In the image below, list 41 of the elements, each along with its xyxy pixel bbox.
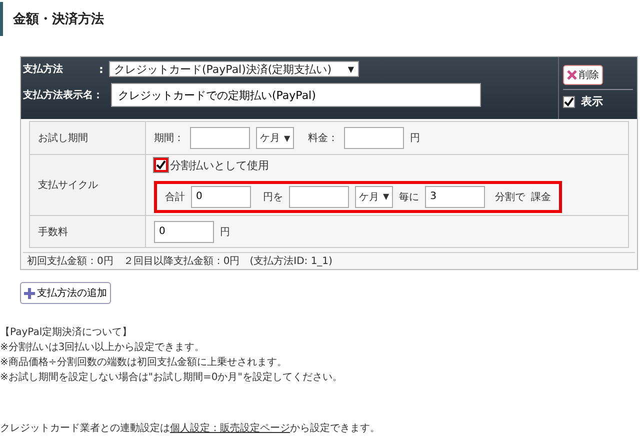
settings-link[interactable]: 個人設定：販売設定ページ [170, 423, 290, 434]
field-label: 毎に [399, 190, 420, 204]
close-icon [567, 70, 577, 80]
display-name-field[interactable]: クレジットカードでの定期払い(PayPal) [111, 83, 481, 107]
input-field[interactable]: 0 [191, 186, 251, 208]
input-field[interactable]: 3 [425, 186, 486, 208]
field-label: 課金 [531, 190, 552, 204]
checkbox[interactable] [154, 158, 168, 172]
footer-text: クレジットカード業者との連動設定は個人設定：販売設定ページから設定できます。 [0, 422, 381, 435]
input-field[interactable] [289, 186, 349, 208]
plus-icon [24, 288, 35, 298]
unit-select[interactable]: ケ月 ▼ [355, 186, 394, 208]
unit-label: 円 [220, 226, 230, 238]
field-label: 支払方法表示名： [23, 88, 103, 102]
colon: : [99, 62, 104, 76]
row-label: 手数料 [30, 216, 146, 247]
field-label: 支払方法 [23, 62, 64, 76]
input-field[interactable] [344, 127, 404, 149]
note-text: ※商品価格÷分割回数の端数は初回支払金額に上乗せされます。 [0, 356, 288, 370]
payment-method-select[interactable]: クレジットカード(PayPal)決済(定期支払い) ▼ [109, 61, 359, 77]
unit-label: 円 [410, 132, 420, 145]
unit-select[interactable]: ケ月 ▼ [256, 127, 294, 149]
row-label: お試し期間 [30, 122, 146, 154]
field-label: 期間： [154, 132, 184, 145]
note-text: 【PayPal定期決済について】 [0, 326, 134, 340]
summary-text: 初回支払金額：0円 ２回目以降支払金額：0円 (支払方法ID: 1_1) [23, 252, 635, 269]
checkbox-label: 表示 [581, 94, 603, 109]
input-field[interactable]: 0 [154, 220, 214, 242]
field-label: 料金： [308, 132, 338, 145]
input-field[interactable] [190, 127, 250, 149]
field-label: 分割で [495, 190, 526, 204]
field-label: 合計 [165, 190, 185, 204]
delete-button[interactable]: 削除 [563, 65, 603, 85]
row-label: 支払サイクル [30, 155, 146, 215]
checkbox-label: 分割払いとして使用 [170, 158, 269, 172]
checkbox[interactable] [563, 96, 575, 108]
note-text: ※分割払いは3回払い以上から設定できます。 [0, 341, 206, 355]
add-payment-button[interactable]: 支払方法の追加 [20, 282, 111, 304]
field-label: 円を [263, 190, 283, 204]
section-title: 金額・決済方法 [0, 2, 114, 36]
note-text: ※お試し期間を設定しない場合は"お試し期間=0か月"を設定してください。 [0, 371, 344, 385]
